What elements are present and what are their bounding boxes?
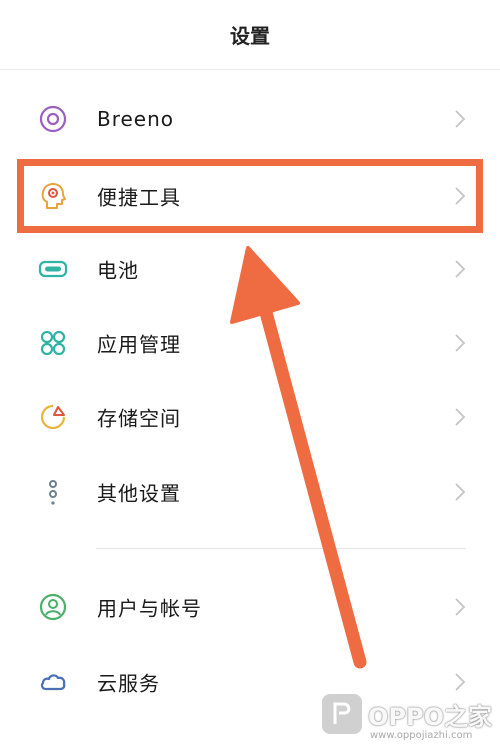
other-settings-icon bbox=[38, 477, 68, 507]
settings-item-convenience-tools[interactable]: 便捷工具 bbox=[0, 159, 500, 233]
oppo-home-logo-icon bbox=[322, 694, 362, 734]
chevron-right-icon bbox=[452, 185, 468, 207]
top-bar: 设置 bbox=[0, 0, 500, 70]
chevron-right-icon bbox=[452, 596, 468, 618]
convenience-tools-icon bbox=[38, 181, 68, 211]
breeno-icon bbox=[38, 104, 68, 134]
watermark-text: OPPO之家 bbox=[368, 702, 492, 731]
chevron-right-icon bbox=[452, 406, 468, 428]
settings-item-label: 存储空间 bbox=[97, 406, 181, 431]
watermark: OPPO之家 bbox=[322, 694, 492, 734]
settings-item-user-account[interactable]: 用户与帐号 bbox=[0, 570, 500, 644]
settings-item-label: 用户与帐号 bbox=[97, 596, 202, 621]
settings-item-label: 云服务 bbox=[97, 671, 160, 696]
settings-item-storage[interactable]: 存储空间 bbox=[0, 380, 500, 454]
chevron-right-icon bbox=[452, 258, 468, 280]
section-divider bbox=[96, 548, 466, 549]
app-management-icon bbox=[38, 328, 68, 358]
settings-item-label: 便捷工具 bbox=[97, 185, 181, 210]
settings-item-app-management[interactable]: 应用管理 bbox=[0, 306, 500, 380]
chevron-right-icon bbox=[452, 481, 468, 503]
cloud-service-icon bbox=[38, 667, 68, 697]
settings-item-label: 电池 bbox=[97, 258, 139, 283]
battery-icon bbox=[38, 254, 68, 284]
storage-icon bbox=[38, 402, 68, 432]
user-account-icon bbox=[38, 592, 68, 622]
settings-item-other-settings[interactable]: 其他设置 bbox=[0, 455, 500, 529]
settings-item-label: Breeno bbox=[97, 107, 175, 131]
settings-item-label: 应用管理 bbox=[97, 332, 181, 357]
settings-item-breeno[interactable]: Breeno bbox=[0, 82, 500, 156]
chevron-right-icon bbox=[452, 671, 468, 693]
chevron-right-icon bbox=[452, 332, 468, 354]
settings-item-label: 其他设置 bbox=[97, 481, 181, 506]
page-title: 设置 bbox=[230, 24, 270, 48]
settings-item-battery[interactable]: 电池 bbox=[0, 232, 500, 306]
watermark-url: www.oppojiazhi.com bbox=[370, 730, 473, 741]
chevron-right-icon bbox=[452, 108, 468, 130]
